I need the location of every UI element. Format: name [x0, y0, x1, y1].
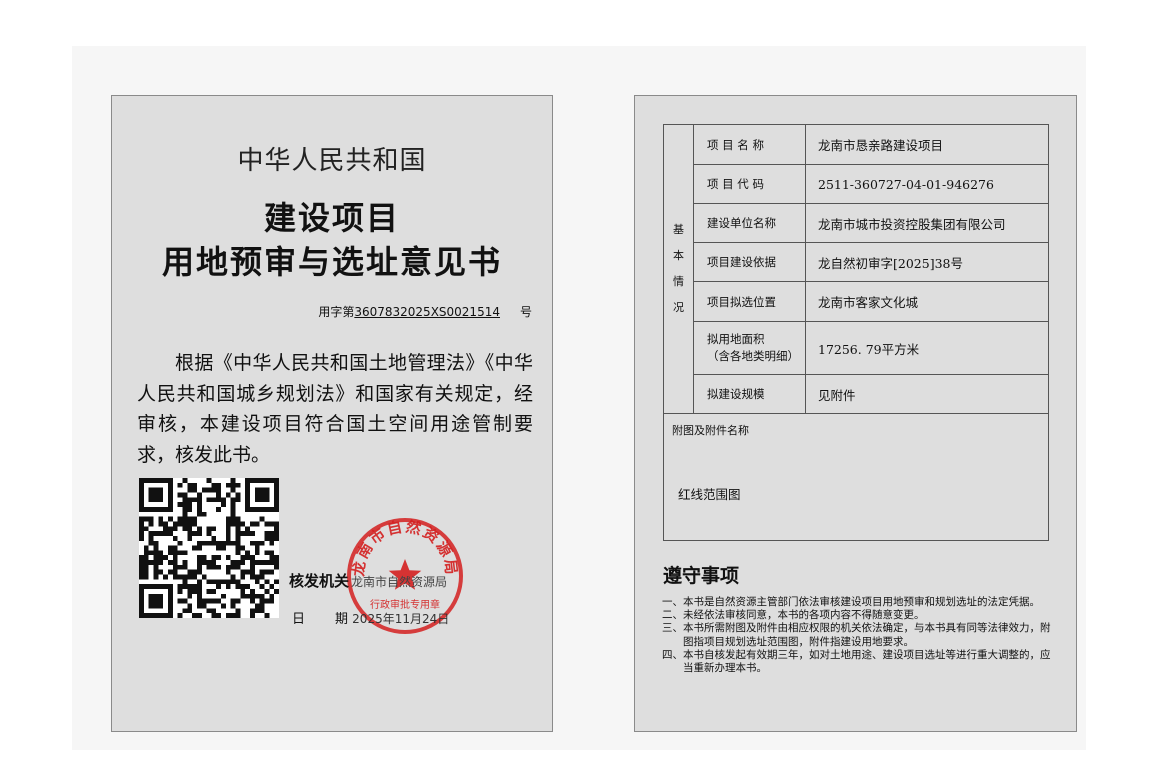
- certificate-cover-page: 中华人民共和国 建设项目 用地预审与选址意见书 用字第3607832025XS0…: [111, 95, 553, 732]
- serial-number: 3607832025XS0021514: [354, 305, 500, 319]
- date-value: 2025年11月24日: [352, 612, 450, 626]
- certificate-detail-page: 基本情况 项 目 名 称 龙南市恳亲路建设项目 项 目 代 码 2511-360…: [634, 95, 1077, 732]
- issuer-label: 核发机关: [289, 572, 350, 590]
- row-label-construction-unit: 建设单位名称: [693, 203, 806, 243]
- table-row: 建设单位名称 龙南市城市投资控股集团有限公司: [664, 203, 1049, 243]
- list-item: 三、 本书所需附图及附件由相应权限的机关依法确定，与本书具有同等法律效力，附图指项…: [662, 622, 1051, 648]
- list-item: 二、 未经依法审核同意，本书的各项内容不得随意变更。: [662, 609, 925, 622]
- list-item: 四、 本书自核发起有效期三年，如对土地用途、建设项目选址等进行重大调整的，应当重新…: [662, 648, 1051, 675]
- table-row: 拟用地面积 （含各地类明细） 17256. 79平方米: [664, 321, 1049, 375]
- row-label-land-area: 拟用地面积 （含各地类明细）: [693, 321, 806, 375]
- notice-title: 遵守事项: [663, 565, 740, 587]
- serial-suffix: 号: [519, 305, 532, 319]
- certificate-body-text: 根据《中华人民共和国土地管理法》《中华人民共和国城乡规划法》和国家有关规定，经审…: [137, 352, 533, 466]
- basic-info-table: 基本情况 项 目 名 称 龙南市恳亲路建设项目 项 目 代 码 2511-360…: [663, 124, 1049, 541]
- serial-prefix: 用字第: [318, 305, 355, 319]
- row-label-project-name: 项 目 名 称: [693, 124, 806, 165]
- row-value-construction-unit: 龙南市城市投资控股集团有限公司: [805, 203, 1049, 243]
- table-row: 项目建设依据 龙自然初审字[2025]38号: [664, 242, 1049, 282]
- row-value-land-area: 17256. 79平方米: [805, 321, 1049, 375]
- row-value-project-code: 2511-360727-04-01-946276: [805, 164, 1049, 204]
- attachments-cell: 附图及附件名称 红线范围图: [663, 413, 1049, 541]
- table-row: 基本情况 项 目 名 称 龙南市恳亲路建设项目: [663, 124, 1049, 414]
- issue-date: 日 期 2025年11月24日: [292, 608, 449, 627]
- notice-list: 一、 本书是自然资源主管部门依法审核建设项目用地预审和规划选址的法定凭据。 二、未…: [662, 596, 1054, 675]
- table-row: 附图及附件名称 红线范围图: [663, 413, 1049, 541]
- issuing-authority: 核发机关 龙南市自然资源局: [289, 570, 447, 591]
- side-label-basic-info: 基本情况: [663, 124, 694, 414]
- attachments-label: 附图及附件名称: [672, 424, 749, 437]
- qr-code-icon: [139, 478, 279, 618]
- document-title-line-1: 建设项目: [263, 199, 400, 237]
- serial-number-line: 用字第3607832025XS0021514 号: [318, 303, 532, 320]
- table-row: 拟建设规模 见附件: [664, 374, 1049, 414]
- row-value-proposed-location: 龙南市客家文化城: [805, 281, 1049, 322]
- row-label-construction-scale: 拟建设规模: [693, 374, 806, 414]
- row-value-project-basis: 龙自然初审字[2025]38号: [805, 242, 1049, 282]
- country-name: 中华人民共和国: [237, 146, 427, 176]
- table-row: 项目拟选位置 龙南市客家文化城: [664, 281, 1049, 322]
- row-value-construction-scale: 见附件: [805, 374, 1049, 414]
- row-label-project-basis: 项目建设依据: [693, 242, 806, 282]
- list-item: 一、 本书是自然资源主管部门依法审核建设项目用地预审和规划选址的法定凭据。: [662, 596, 1040, 608]
- date-label-day: 日: [292, 612, 306, 627]
- attachments-item: 红线范围图: [678, 487, 741, 502]
- date-label-period: 期: [335, 612, 349, 627]
- row-value-project-name: 龙南市恳亲路建设项目: [805, 124, 1049, 165]
- table-row: 项 目 代 码 2511-360727-04-01-946276: [664, 164, 1049, 204]
- row-label-project-code: 项 目 代 码: [693, 164, 806, 204]
- document-title-line-2: 用地预审与选址意见书: [161, 243, 502, 281]
- issuer-name: 龙南市自然资源局: [351, 575, 448, 589]
- row-label-proposed-location: 项目拟选位置: [693, 281, 806, 322]
